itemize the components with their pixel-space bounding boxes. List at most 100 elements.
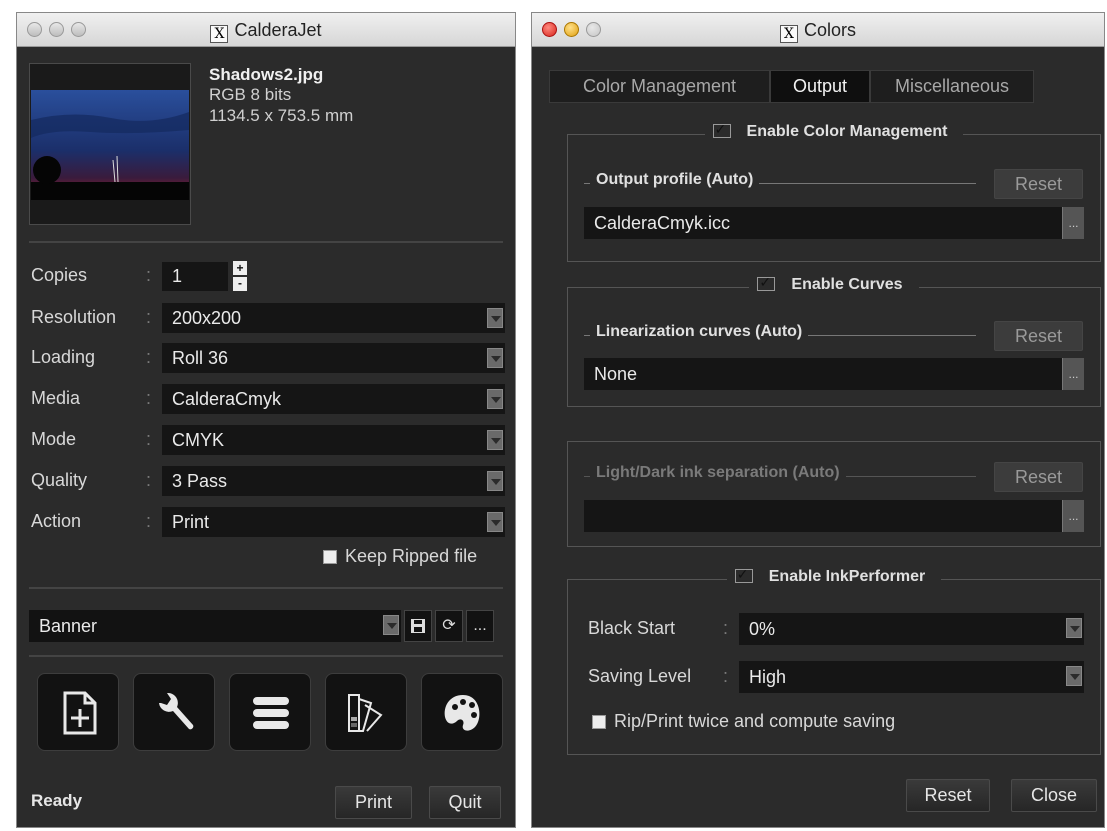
saving-level-label: Saving Level bbox=[588, 666, 692, 686]
tab-output[interactable]: Output bbox=[770, 70, 870, 103]
resolution-select[interactable]: 200x200 bbox=[162, 303, 505, 333]
refresh-icon: ⟳ bbox=[442, 617, 456, 634]
close-button[interactable]: Close bbox=[1011, 779, 1097, 812]
ink-separation-reset-button[interactable]: Reset bbox=[994, 462, 1083, 492]
checkbox-icon[interactable] bbox=[592, 715, 606, 729]
rip-print-twice-label: Rip/Print twice and compute saving bbox=[614, 711, 896, 731]
save-icon bbox=[411, 619, 425, 633]
checkbox-icon[interactable] bbox=[757, 274, 776, 291]
enable-inkperformer-checkbox[interactable]: Enable InkPerformer bbox=[726, 566, 942, 585]
loading-label: Loading bbox=[31, 347, 96, 367]
title-bar[interactable]: X Colors bbox=[532, 13, 1104, 47]
colors-button[interactable] bbox=[421, 673, 503, 751]
linearization-value: None bbox=[594, 364, 638, 384]
caldera-jet-window: X CalderaJet Shadows2.jpg RGB 8 bits 1134… bbox=[16, 12, 516, 828]
linearization-curves-label: Linearization curves (Auto) bbox=[590, 323, 809, 341]
chevron-down-icon bbox=[383, 615, 399, 635]
decrement-icon[interactable]: - bbox=[233, 277, 247, 291]
checkbox-icon[interactable] bbox=[323, 550, 337, 564]
output-profile-reset-button[interactable]: Reset bbox=[994, 169, 1083, 199]
mode-label: Mode bbox=[31, 429, 77, 449]
queue-list-icon bbox=[253, 697, 289, 729]
copies-input[interactable]: 1 bbox=[162, 262, 228, 291]
action-label: Action bbox=[31, 511, 82, 531]
keep-ripped-label: Keep Ripped file bbox=[345, 546, 478, 566]
save-preset-button[interactable] bbox=[404, 610, 432, 642]
enable-curves-checkbox[interactable]: Enable Curves bbox=[749, 274, 919, 293]
queue-button[interactable] bbox=[229, 673, 311, 751]
quit-button[interactable]: Quit bbox=[429, 786, 501, 819]
divider bbox=[29, 587, 503, 589]
output-profile-label: Output profile (Auto) bbox=[590, 171, 760, 189]
resolution-label: Resolution bbox=[31, 307, 117, 327]
chevron-down-icon bbox=[1066, 618, 1082, 638]
more-preset-button[interactable]: ... bbox=[466, 610, 494, 642]
media-label: Media bbox=[31, 388, 81, 408]
enable-color-management-label: Enable Color Management bbox=[738, 123, 956, 140]
enable-inkperformer-label: Enable InkPerformer bbox=[760, 568, 934, 585]
title-bar[interactable]: X CalderaJet bbox=[17, 13, 515, 47]
print-button[interactable]: Print bbox=[335, 786, 412, 819]
tab-miscellaneous[interactable]: Miscellaneous bbox=[870, 70, 1034, 103]
browse-linearization-button[interactable]: ... bbox=[1062, 358, 1084, 390]
saving-level-select[interactable]: High bbox=[739, 661, 1084, 693]
saving-level-value: High bbox=[749, 667, 787, 687]
add-file-button[interactable] bbox=[37, 673, 119, 751]
add-file-icon bbox=[63, 691, 97, 735]
black-start-select[interactable]: 0% bbox=[739, 613, 1084, 645]
curves-group: Enable Curves Linearization curves (Auto… bbox=[567, 274, 1101, 407]
black-start-value: 0% bbox=[749, 619, 776, 639]
browse-output-profile-button[interactable]: ... bbox=[1062, 207, 1084, 239]
action-select[interactable]: Print bbox=[162, 507, 505, 537]
tab-color-management[interactable]: Color Management bbox=[549, 70, 770, 103]
more-label: ... bbox=[473, 617, 487, 634]
ink-separation-field[interactable]: ... bbox=[584, 500, 1084, 532]
checkbox-icon[interactable] bbox=[712, 121, 731, 138]
output-profile-value: CalderaCmyk.icc bbox=[594, 213, 731, 233]
chevron-down-icon bbox=[487, 430, 503, 450]
copies-stepper[interactable]: + - bbox=[233, 261, 247, 291]
file-dimensions: 1134.5 x 753.5 mm bbox=[209, 106, 354, 125]
chevron-down-icon bbox=[1066, 666, 1082, 686]
output-profile-field[interactable]: CalderaCmyk.icc ... bbox=[584, 207, 1084, 239]
mode-select[interactable]: CMYK bbox=[162, 425, 505, 455]
black-start-label: Black Start bbox=[588, 618, 676, 638]
refresh-preset-button[interactable]: ⟳ bbox=[435, 610, 463, 642]
inkperformer-group: Enable InkPerformer Black Start : 0% Sav… bbox=[567, 566, 1101, 755]
chevron-down-icon bbox=[487, 389, 503, 409]
action-value: Print bbox=[172, 512, 210, 532]
x11-icon: X bbox=[210, 25, 229, 43]
color-management-group: Enable Color Management Output profile (… bbox=[567, 121, 1101, 262]
loading-select[interactable]: Roll 36 bbox=[162, 343, 505, 373]
enable-curves-label: Enable Curves bbox=[783, 276, 911, 293]
settings-tool-button[interactable] bbox=[133, 673, 215, 751]
chevron-down-icon bbox=[487, 308, 503, 328]
browse-ink-separation-button[interactable]: ... bbox=[1062, 500, 1084, 532]
palette-icon bbox=[444, 695, 480, 731]
loading-value: Roll 36 bbox=[172, 348, 229, 368]
linearization-field[interactable]: None ... bbox=[584, 358, 1084, 390]
preset-value: Banner bbox=[39, 616, 98, 636]
rip-print-twice-checkbox[interactable]: Rip/Print twice and compute saving bbox=[592, 711, 895, 732]
reset-button[interactable]: Reset bbox=[906, 779, 990, 812]
mode-value: CMYK bbox=[172, 430, 225, 450]
media-select[interactable]: CalderaCmyk bbox=[162, 384, 505, 414]
checkbox-icon[interactable] bbox=[734, 566, 753, 583]
quality-select[interactable]: 3 Pass bbox=[162, 466, 505, 496]
preset-select[interactable]: Banner bbox=[29, 610, 401, 642]
x11-icon: X bbox=[779, 25, 798, 43]
chevron-down-icon bbox=[487, 512, 503, 532]
file-color-mode: RGB 8 bits bbox=[209, 85, 292, 104]
enable-color-management-checkbox[interactable]: Enable Color Management bbox=[704, 121, 964, 140]
chevron-down-icon bbox=[487, 471, 503, 491]
keep-ripped-checkbox[interactable]: Keep Ripped file bbox=[323, 546, 477, 567]
window-title: CalderaJet bbox=[234, 20, 322, 40]
linearization-reset-button[interactable]: Reset bbox=[994, 321, 1083, 351]
status-text: Ready bbox=[31, 791, 83, 810]
swatches-button[interactable] bbox=[325, 673, 407, 751]
image-thumbnail[interactable] bbox=[29, 63, 191, 225]
window-title: Colors bbox=[803, 20, 856, 40]
resolution-value: 200x200 bbox=[172, 308, 242, 328]
increment-icon[interactable]: + bbox=[233, 261, 247, 275]
ink-separation-group: Light/Dark ink separation (Auto) Reset .… bbox=[567, 441, 1101, 547]
